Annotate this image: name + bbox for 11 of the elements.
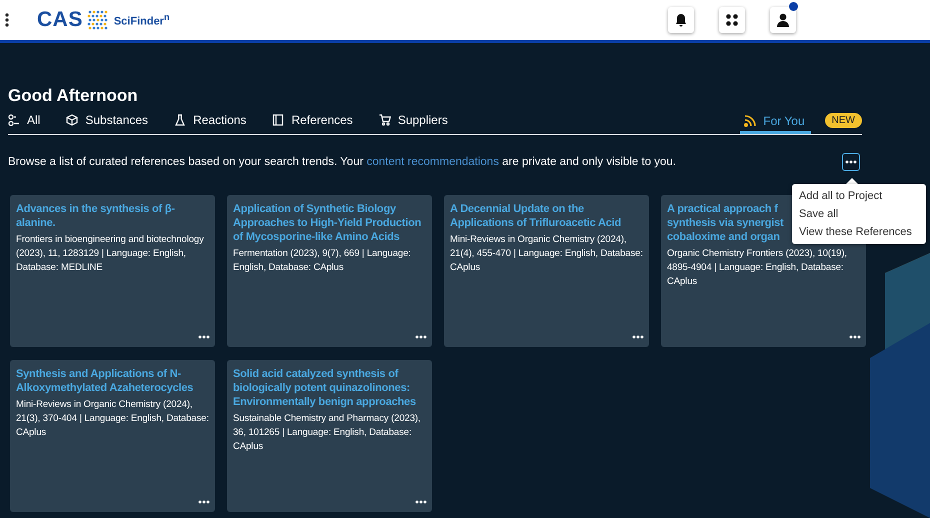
reference-source: Mini-Reviews in Organic Chemistry (2024), 21(4), 455-470 | Language: English, Database: CAplus: [450, 233, 643, 275]
new-badge: NEW: [824, 113, 862, 128]
reference-source: Frontiers in bioengineering and biotechnology (2023), 11, 1283129 | Language: English, Database: MEDLINE: [16, 233, 205, 275]
reference-source: Mini-Reviews in Organic Chemistry (2024), 21(3), 370-404 | Language: English, Database: CAplus: [16, 398, 209, 440]
greeting-heading: Good Afternoon: [8, 85, 139, 107]
logo-text: CAS: [37, 8, 83, 32]
product-name: SciFinder$^{n}$: [114, 12, 170, 28]
intro-text: Browse a list of curated references based on your search trends. Your content recommendations are private and only visible to you.: [8, 156, 678, 168]
reference-source: Organic Chemistry Frontiers (2023), 10(19), 4895-4904 | Language: English, Database: CAplus: [667, 247, 848, 289]
reference-source: Sustainable Chemistry and Pharmacy (2023), 36, 101265 | Language: English, Database: CAplus: [233, 412, 422, 454]
reference-source: Fermentation (2023), 9(7), 669 | Language: English, Database: CAplus: [233, 247, 412, 275]
